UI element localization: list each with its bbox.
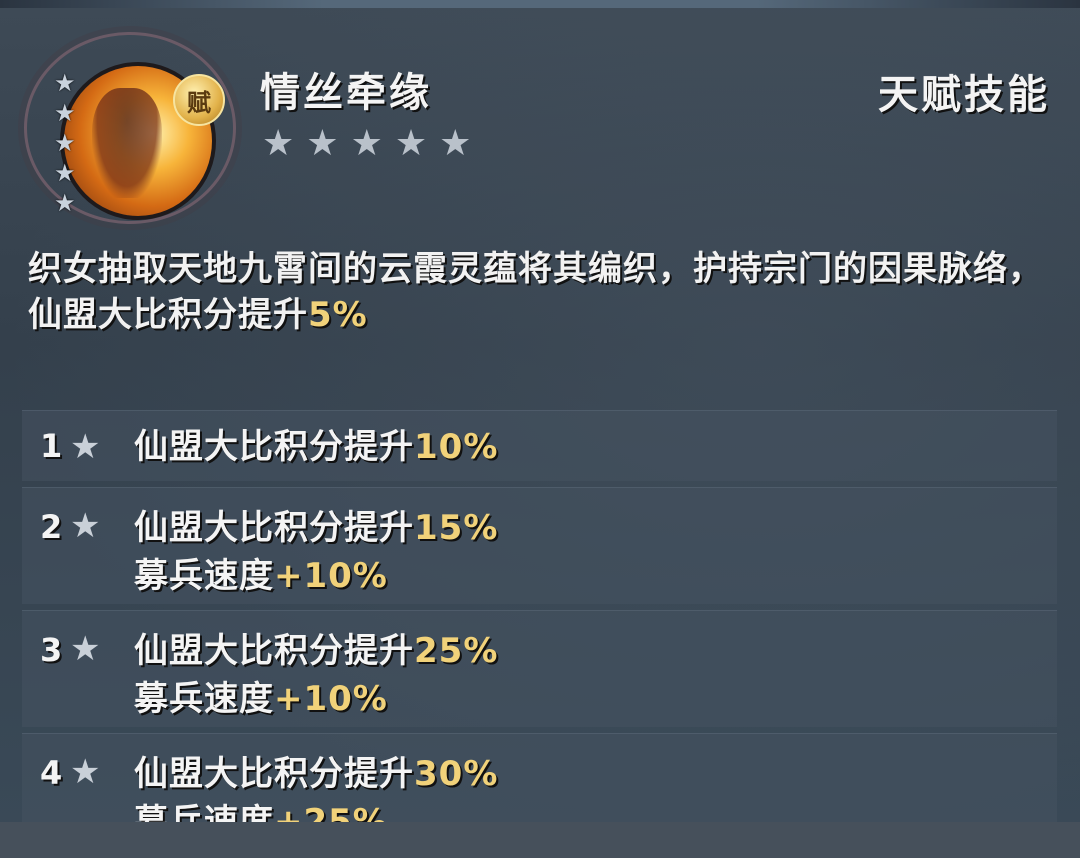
- effect-line: 募兵速度+10%: [134, 675, 498, 723]
- level-row: 1 ★ 仙盟大比积分提升10%: [22, 410, 1057, 481]
- effect-value: 10%: [414, 427, 499, 467]
- effect-label: 仙盟大比积分提升: [134, 427, 414, 467]
- effect-label: 仙盟大比积分提升: [134, 754, 414, 794]
- skill-description: 织女抽取天地九霄间的云霞灵蕴将其编织，护持宗门的因果脉络，仙盟大比积分提升5%: [28, 246, 1058, 338]
- description-text: 织女抽取天地九霄间的云霞灵蕴将其编织，护持宗门的因果脉络，仙盟大比积分提升: [28, 249, 1043, 335]
- star-icon: ★: [70, 629, 101, 669]
- star-icon: ★: [54, 189, 76, 217]
- effect-label: 仙盟大比积分提升: [134, 631, 414, 671]
- portrait-figure: [92, 88, 162, 198]
- level-list[interactable]: 1 ★ 仙盟大比积分提升10% 2 ★ 仙盟大比积分提升15% 募兵速度+10%…: [22, 410, 1057, 842]
- skill-avatar[interactable]: ★ ★ ★ ★ ★ 赋: [18, 26, 236, 224]
- star-icon: ★: [262, 123, 295, 164]
- skill-title: 情丝牵缘: [260, 70, 432, 116]
- star-icon: ★: [54, 129, 76, 157]
- effect-value: 30%: [414, 754, 499, 794]
- effect-line: 募兵速度+10%: [134, 552, 498, 600]
- star-icon: ★: [70, 427, 101, 467]
- star-icon: ★: [54, 69, 76, 97]
- top-border: [0, 0, 1080, 8]
- level-number: 1: [40, 427, 63, 465]
- bottom-mask: [0, 822, 1080, 858]
- level-effects: 仙盟大比积分提升15% 募兵速度+10%: [134, 504, 498, 600]
- level-row: 2 ★ 仙盟大比积分提升15% 募兵速度+10%: [22, 487, 1057, 604]
- effect-value: 15%: [414, 508, 499, 548]
- description-value: 5%: [308, 295, 368, 335]
- level-effects: 仙盟大比积分提升10%: [134, 423, 498, 471]
- skill-type-label: 天赋技能: [878, 72, 1050, 118]
- star-icon: ★: [439, 123, 472, 164]
- star-icon: ★: [70, 506, 101, 546]
- level-row: 4 ★ 仙盟大比积分提升30% 募兵速度+25%: [22, 733, 1057, 842]
- rank-stars: ★ ★ ★ ★ ★: [262, 124, 471, 164]
- effect-label: 仙盟大比积分提升: [134, 508, 414, 548]
- star-icon: ★: [70, 752, 101, 792]
- avatar-star-column: ★ ★ ★ ★ ★: [54, 70, 84, 216]
- star-icon: ★: [54, 99, 76, 127]
- star-icon: ★: [306, 123, 339, 164]
- star-icon: ★: [350, 123, 383, 164]
- level-row: 3 ★ 仙盟大比积分提升25% 募兵速度+10%: [22, 610, 1057, 727]
- effect-line: 仙盟大比积分提升30%: [134, 750, 498, 798]
- star-icon: ★: [394, 123, 428, 164]
- effect-line: 仙盟大比积分提升25%: [134, 627, 498, 675]
- talent-badge: 赋: [173, 74, 225, 126]
- level-number: 4: [40, 754, 63, 792]
- star-icon: ★: [54, 159, 76, 187]
- effect-line: 仙盟大比积分提升10%: [134, 423, 498, 471]
- effect-value: +10%: [274, 679, 388, 719]
- level-effects: 仙盟大比积分提升25% 募兵速度+10%: [134, 627, 498, 723]
- level-number: 2: [40, 508, 63, 546]
- effect-line: 仙盟大比积分提升15%: [134, 504, 498, 552]
- level-number: 3: [40, 631, 63, 669]
- effect-value: 25%: [414, 631, 499, 671]
- effect-label: 募兵速度: [134, 556, 274, 596]
- effect-value: +10%: [274, 556, 388, 596]
- effect-label: 募兵速度: [134, 679, 274, 719]
